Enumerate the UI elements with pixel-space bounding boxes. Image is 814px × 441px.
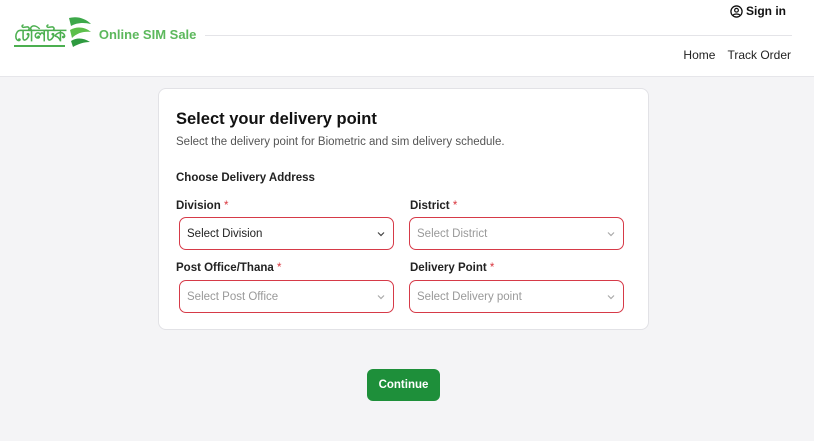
- division-select[interactable]: Select Division: [179, 217, 394, 250]
- division-select-value: Select Division: [187, 227, 263, 240]
- district-label: District *: [410, 200, 457, 212]
- brand-name: Online SIM Sale: [98, 27, 197, 42]
- post-office-label: Post Office/Thana *: [176, 262, 281, 274]
- post-office-select[interactable]: Select Post Office: [179, 280, 394, 313]
- teletalk-logo[interactable]: টেলিটক Online SIM Sale: [14, 14, 196, 53]
- nav-track-order[interactable]: Track Order: [727, 48, 791, 62]
- nav-home[interactable]: Home: [683, 48, 715, 62]
- card-subtitle: Select the delivery point for Biometric …: [176, 136, 505, 148]
- required-asterisk: *: [452, 200, 458, 212]
- chevron-down-icon: [377, 295, 385, 300]
- delivery-point-card: Select your delivery point Select the de…: [158, 88, 649, 330]
- required-asterisk: *: [276, 262, 282, 274]
- site-header: টেলিটক Online SIM Sale Sign in Home Trac…: [0, 0, 814, 77]
- sign-in-button[interactable]: Sign in: [730, 4, 786, 18]
- choose-address-label: Choose Delivery Address: [176, 172, 315, 184]
- district-select-value: Select District: [417, 227, 488, 240]
- logo-bangla-text: টেলিটক: [14, 25, 66, 47]
- division-label: Division *: [176, 200, 228, 212]
- required-asterisk: *: [223, 200, 229, 212]
- header-divider: [205, 35, 792, 36]
- district-label-text: District: [410, 200, 450, 212]
- continue-button[interactable]: Continue: [367, 369, 440, 401]
- chevron-down-icon: [607, 295, 615, 300]
- chevron-down-icon: [377, 232, 385, 237]
- card-title: Select your delivery point: [176, 110, 377, 128]
- leaf-logo-icon: [67, 14, 93, 53]
- delivery-point-label: Delivery Point *: [410, 262, 494, 274]
- sign-in-label: Sign in: [746, 4, 786, 18]
- delivery-point-select-value: Select Delivery point: [417, 290, 522, 303]
- district-select[interactable]: Select District: [409, 217, 624, 250]
- required-asterisk: *: [489, 262, 495, 274]
- user-circle-icon: [730, 4, 743, 18]
- delivery-point-select[interactable]: Select Delivery point: [409, 280, 624, 313]
- post-office-select-value: Select Post Office: [187, 290, 279, 303]
- division-label-text: Division: [176, 200, 221, 212]
- delivery-point-label-text: Delivery Point: [410, 262, 487, 274]
- chevron-down-icon: [607, 232, 615, 237]
- main-nav: Home Track Order: [683, 48, 791, 62]
- post-office-label-text: Post Office/Thana: [176, 262, 274, 274]
